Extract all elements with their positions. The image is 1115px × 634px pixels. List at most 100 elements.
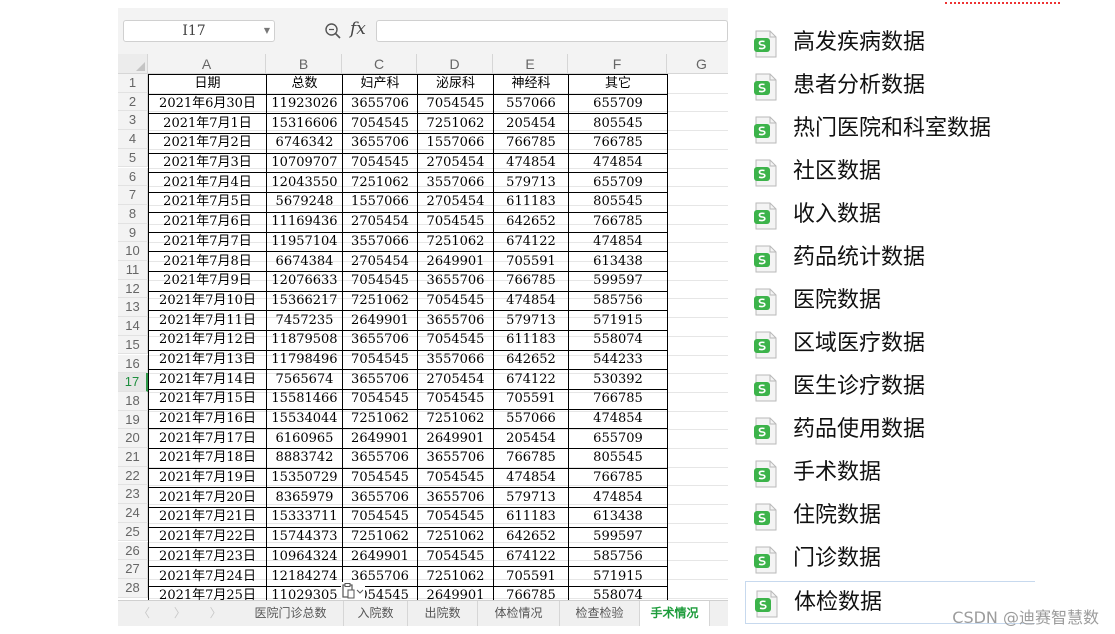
table-cell[interactable]: 10709707: [266, 152, 343, 174]
row-header[interactable]: 7: [118, 186, 148, 205]
table-cell[interactable]: 2021年7月14日: [148, 369, 267, 390]
select-all-corner[interactable]: [118, 54, 148, 74]
table-cell[interactable]: 10964324: [266, 546, 343, 568]
column-header-b[interactable]: B: [266, 54, 342, 74]
name-box[interactable]: I17 ▼: [123, 20, 275, 42]
row-header[interactable]: 27: [118, 560, 148, 579]
row-header[interactable]: 23: [118, 485, 148, 505]
table-cell[interactable]: 2705454: [342, 251, 418, 272]
table-cell[interactable]: 599597: [568, 526, 668, 548]
table-cell[interactable]: 7054545: [342, 349, 418, 371]
row-header[interactable]: 28: [118, 578, 148, 598]
table-cell[interactable]: 705591: [493, 566, 569, 587]
table-cell[interactable]: 2021年7月24日: [148, 566, 267, 587]
table-cell[interactable]: 766785: [493, 133, 569, 154]
header-cell[interactable]: 神经科: [493, 74, 569, 95]
table-cell[interactable]: 7251062: [342, 526, 418, 548]
table-cell[interactable]: 474854: [568, 152, 668, 174]
table-cell[interactable]: 3655706: [417, 487, 494, 509]
table-cell[interactable]: 7054545: [417, 93, 494, 115]
paste-options-icon[interactable]: [341, 582, 365, 600]
row-header[interactable]: 4: [118, 130, 148, 149]
table-cell[interactable]: 12043550: [266, 172, 343, 194]
sheet-tab[interactable]: 手术情况: [640, 601, 710, 626]
table-cell[interactable]: 3655706: [342, 369, 418, 390]
table-cell[interactable]: 11923026: [266, 93, 343, 115]
table-cell[interactable]: 766785: [568, 133, 668, 154]
header-cell[interactable]: 总数: [266, 74, 343, 95]
column-header-c[interactable]: C: [342, 54, 417, 74]
table-cell[interactable]: 2021年7月9日: [148, 270, 267, 292]
table-cell[interactable]: 3655706: [417, 448, 494, 469]
table-cell[interactable]: 7054545: [417, 211, 494, 233]
table-cell[interactable]: 2021年7月19日: [148, 467, 267, 489]
header-cell[interactable]: 妇产科: [342, 74, 418, 95]
table-cell[interactable]: 3655706: [342, 487, 418, 509]
table-cell[interactable]: 7054545: [417, 546, 494, 568]
file-item[interactable]: 住院数据: [745, 495, 1035, 538]
row-header[interactable]: 17: [118, 373, 148, 392]
row-header[interactable]: 16: [118, 354, 148, 374]
table-cell[interactable]: 12076633: [266, 270, 343, 292]
row-header[interactable]: 24: [118, 504, 148, 523]
table-cell[interactable]: 558074: [568, 329, 668, 351]
table-cell[interactable]: 7054545: [342, 152, 418, 174]
row-header[interactable]: 12: [118, 279, 148, 299]
row-header[interactable]: 10: [118, 242, 148, 261]
column-header-f[interactable]: F: [568, 54, 667, 74]
table-cell[interactable]: 7054545: [417, 389, 494, 410]
table-cell[interactable]: 7054545: [342, 467, 418, 489]
table-cell[interactable]: 674122: [493, 231, 569, 253]
column-header-d[interactable]: D: [417, 54, 493, 74]
table-cell[interactable]: 11879508: [266, 329, 343, 351]
table-cell[interactable]: 2021年7月18日: [148, 448, 267, 469]
table-cell[interactable]: 7251062: [417, 408, 494, 430]
table-cell[interactable]: 705591: [493, 389, 569, 410]
row-header[interactable]: 3: [118, 111, 148, 131]
table-cell[interactable]: 15744373: [266, 526, 343, 548]
header-cell[interactable]: 泌尿科: [417, 74, 494, 95]
sheet-tab[interactable]: 入院数: [344, 601, 408, 626]
table-cell[interactable]: 11798496: [266, 349, 343, 371]
fx-icon[interactable]: fx: [350, 19, 366, 39]
tab-nav-arrows[interactable]: 〈 〉 〉: [138, 601, 232, 626]
table-cell[interactable]: 3557066: [417, 172, 494, 194]
table-cell[interactable]: 611183: [493, 507, 569, 528]
table-cell[interactable]: 805545: [568, 448, 668, 469]
table-cell[interactable]: 579713: [493, 310, 569, 331]
table-cell[interactable]: 15581466: [266, 389, 343, 410]
table-cell[interactable]: 585756: [568, 546, 668, 568]
table-cell[interactable]: 474854: [493, 152, 569, 174]
table-cell[interactable]: 613438: [568, 251, 668, 272]
column-header-e[interactable]: E: [493, 54, 568, 74]
sheet-tab[interactable]: 出院数: [408, 601, 478, 626]
table-cell[interactable]: 3655706: [417, 310, 494, 331]
chevron-down-icon[interactable]: ▼: [264, 21, 270, 41]
table-cell[interactable]: 2021年7月20日: [148, 487, 267, 509]
table-cell[interactable]: 655709: [568, 172, 668, 194]
file-item[interactable]: 药品统计数据: [745, 237, 1035, 280]
file-item[interactable]: 门诊数据: [745, 538, 1035, 581]
table-cell[interactable]: 1557066: [342, 192, 418, 213]
table-cell[interactable]: 2649901: [342, 310, 418, 331]
table-cell[interactable]: 7251062: [417, 231, 494, 253]
table-cell[interactable]: 7054545: [417, 290, 494, 312]
table-cell[interactable]: 6746342: [266, 133, 343, 154]
table-cell[interactable]: 474854: [568, 487, 668, 509]
table-cell[interactable]: 474854: [493, 290, 569, 312]
cell-grid[interactable]: A B C D E F G 1 2 3 4 5 6 7 8 9 10 11 12 13 14 15 16 17 18 19 20 21…: [118, 54, 728, 626]
table-cell[interactable]: 557066: [493, 408, 569, 430]
file-item[interactable]: 收入数据: [745, 194, 1035, 237]
table-cell[interactable]: 674122: [493, 369, 569, 390]
row-header[interactable]: 8: [118, 204, 148, 224]
table-cell[interactable]: 15366217: [266, 290, 343, 312]
table-cell[interactable]: 11957104: [266, 231, 343, 253]
table-cell[interactable]: 474854: [568, 231, 668, 253]
table-cell[interactable]: 7565674: [266, 369, 343, 390]
file-item[interactable]: 社区数据: [745, 151, 1035, 194]
table-cell[interactable]: 2705454: [417, 192, 494, 213]
table-cell[interactable]: 11169436: [266, 211, 343, 233]
table-cell[interactable]: 3655706: [342, 329, 418, 351]
table-cell[interactable]: 2021年7月11日: [148, 310, 267, 331]
table-cell[interactable]: 579713: [493, 487, 569, 509]
